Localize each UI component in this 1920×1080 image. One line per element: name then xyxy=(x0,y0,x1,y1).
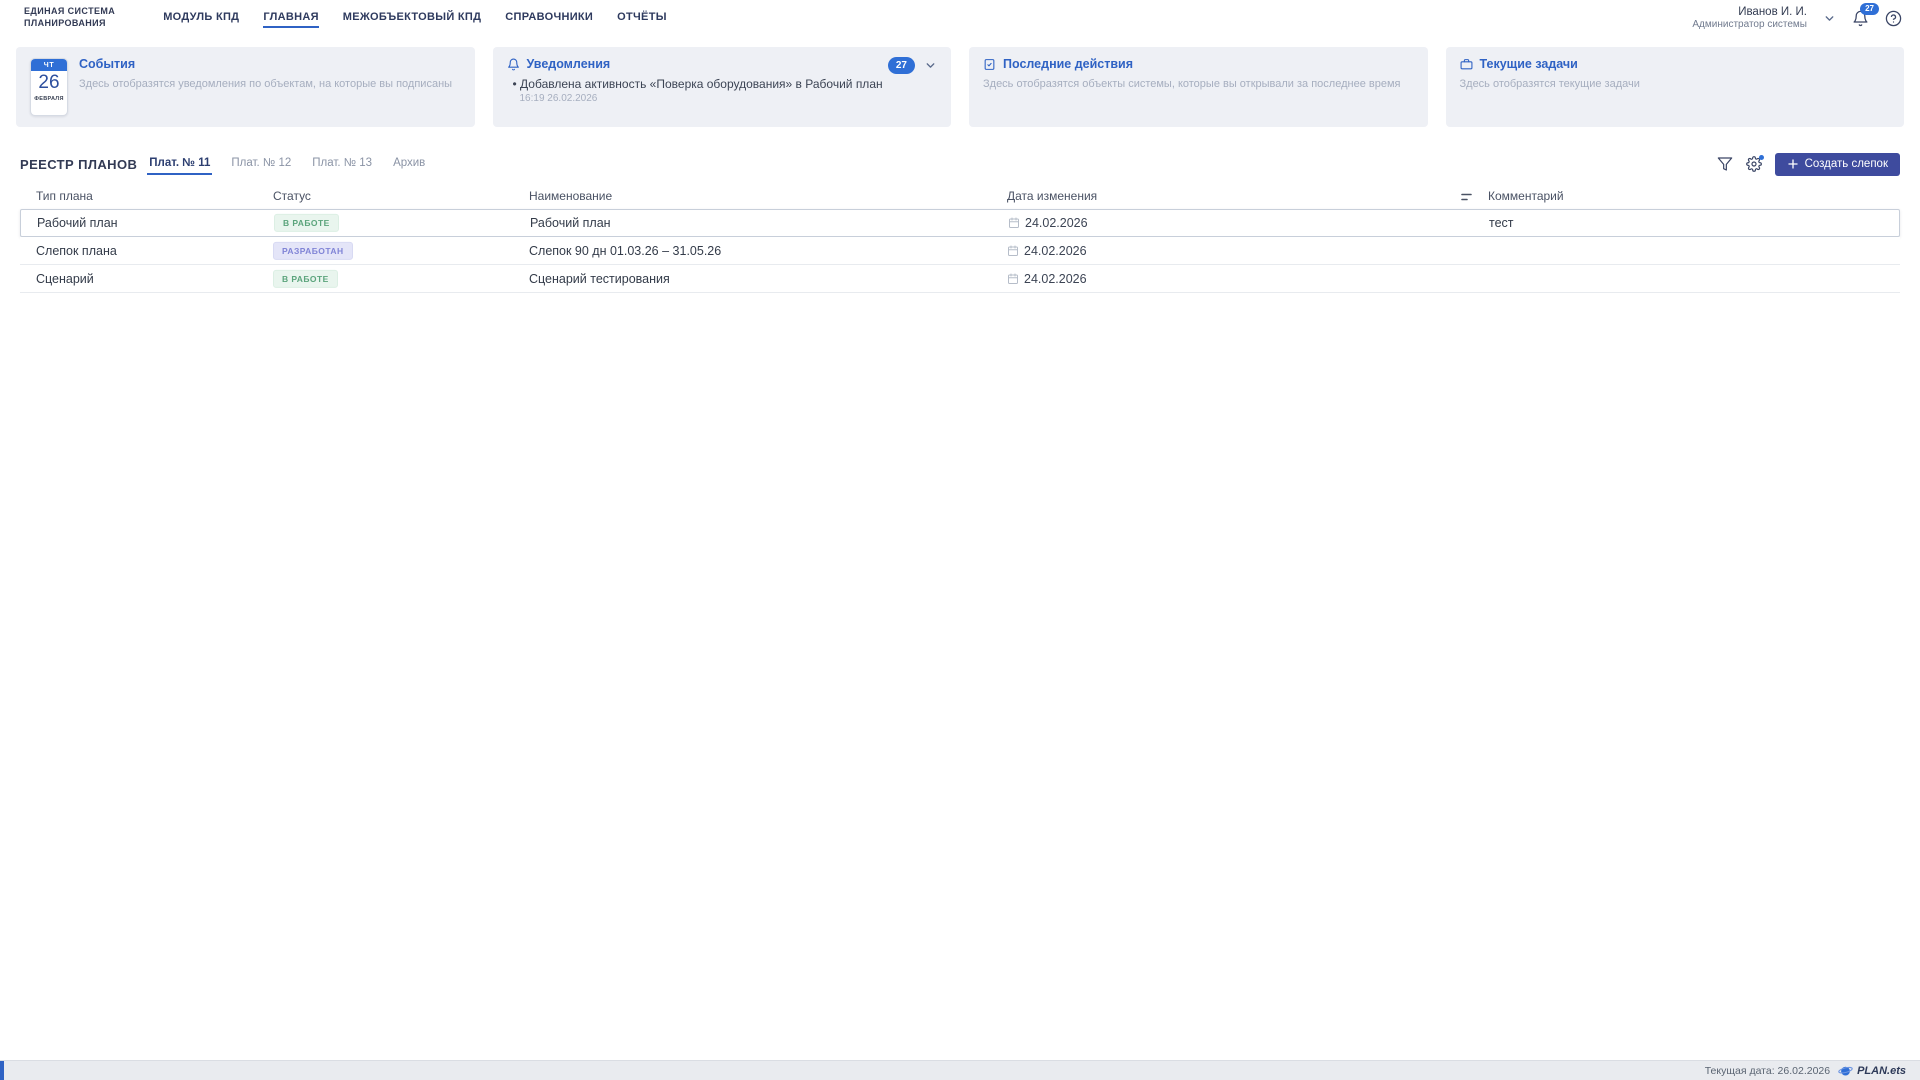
app-logo-line2: ПЛАНИРОВАНИЯ xyxy=(24,18,106,28)
nav-item-reports[interactable]: ОТЧЁТЫ xyxy=(617,8,667,28)
nav-item-module-kpd[interactable]: МОДУЛЬ КПД xyxy=(163,8,239,28)
dashboard-cards: ЧТ 26 ФЕВРАЛЯ События Здесь отобразятся … xyxy=(16,47,1904,127)
gear-notification-dot xyxy=(1758,155,1764,160)
help-icon[interactable] xyxy=(1885,10,1902,27)
registry-title: РЕЕСТР ПЛАНОВ xyxy=(20,156,138,172)
calendar-widget: ЧТ 26 ФЕВРАЛЯ xyxy=(30,58,68,116)
card-tasks-title-text: Текущие задачи xyxy=(1479,57,1578,71)
app-logo-line1: ЕДИНАЯ СИСТЕМА xyxy=(24,6,116,17)
card-tasks-title: Текущие задачи xyxy=(1460,57,1891,71)
cell-date: 24.02.2026 xyxy=(1008,216,1088,230)
user-menu[interactable]: Иванов И. И. Администратор системы xyxy=(1692,5,1807,32)
notification-actions: 27 xyxy=(887,57,937,74)
create-snapshot-button[interactable]: Создать слепок xyxy=(1774,152,1900,176)
nav-item-main[interactable]: ГЛАВНАЯ xyxy=(263,8,319,28)
notifications-count-badge: 27 xyxy=(1860,2,1879,16)
card-notifications[interactable]: Уведомления Добавлена активность «Поверк… xyxy=(492,47,951,127)
card-current-tasks[interactable]: Текущие задачи Здесь отобразятся текущие… xyxy=(1445,47,1904,127)
card-recent-subtitle: Здесь отобразятся объекты системы, котор… xyxy=(983,78,1401,90)
calendar-icon xyxy=(1007,245,1019,257)
footer-accent-bar xyxy=(0,1061,4,1080)
card-notifications-title: Уведомления xyxy=(507,57,938,71)
column-header-type[interactable]: Тип плана xyxy=(36,189,93,203)
status-badge: В РАБОТЕ xyxy=(274,213,339,233)
card-events-title: События xyxy=(79,57,452,71)
table-row[interactable]: Слепок плана РАЗРАБОТАН Слепок 90 дн 01.… xyxy=(20,237,1900,265)
cell-plan-name: Рабочий план xyxy=(530,216,611,230)
plus-icon xyxy=(1787,158,1799,170)
clipboard-check-icon xyxy=(983,58,996,71)
cell-plan-type: Рабочий план xyxy=(37,216,118,230)
cell-plan-name: Слепок 90 дн 01.03.26 – 31.05.26 xyxy=(529,243,722,258)
filter-icon[interactable] xyxy=(1717,156,1733,172)
bell-icon[interactable]: 27 xyxy=(1852,2,1879,27)
card-notifications-title-text: Уведомления xyxy=(526,57,611,71)
card-recent-title: Последние действия xyxy=(983,57,1414,71)
nav-item-directories[interactable]: СПРАВОЧНИКИ xyxy=(505,8,593,28)
plan-ets-logo-icon xyxy=(1838,1063,1853,1078)
user-role: Администратор системы xyxy=(1692,18,1807,30)
calendar-icon xyxy=(1007,273,1019,285)
app-header: ЕДИНАЯ СИСТЕМА ПЛАНИРОВАНИЯ МОДУЛЬ КПД Г… xyxy=(0,0,1920,36)
tab-plat-11[interactable]: Плат. № 11 xyxy=(147,154,213,175)
main-nav: МОДУЛЬ КПД ГЛАВНАЯ МЕЖОБЪЕКТОВЫЙ КПД СПР… xyxy=(163,8,667,28)
calendar-icon xyxy=(1008,217,1020,229)
current-date-label: Текущая дата: 26.02.2026 xyxy=(1704,1064,1831,1077)
user-name: Иванов И. И. xyxy=(1738,5,1807,18)
chevron-down-icon[interactable] xyxy=(1823,12,1836,25)
cell-date-text: 24.02.2026 xyxy=(1024,271,1087,286)
cell-plan-type: Сценарий xyxy=(36,271,94,286)
cell-date: 24.02.2026 xyxy=(1007,244,1087,258)
status-badge: РАЗРАБОТАН xyxy=(273,241,353,260)
status-badge-label: В РАБОТЕ xyxy=(274,213,339,233)
bell-small-icon xyxy=(507,58,520,71)
app-logo: ЕДИНАЯ СИСТЕМА ПЛАНИРОВАНИЯ xyxy=(24,6,115,29)
cell-plan-type: Слепок плана xyxy=(36,243,117,258)
cell-date-text: 24.02.2026 xyxy=(1024,243,1087,258)
nav-item-interobject-kpd[interactable]: МЕЖОБЪЕКТОВЫЙ КПД xyxy=(343,8,481,28)
briefcase-icon xyxy=(1460,58,1473,71)
card-events[interactable]: ЧТ 26 ФЕВРАЛЯ События Здесь отобразятся … xyxy=(16,47,475,127)
plans-table: Тип плана Статус Наименование Дата измен… xyxy=(20,185,1900,293)
calendar-weekday: ЧТ xyxy=(31,59,67,71)
registry-tabs: Плат. № 11 Плат. № 12 Плат. № 13 Архив xyxy=(147,154,427,175)
header-right: Иванов И. И. Администратор системы 27 xyxy=(1692,2,1902,32)
gear-icon[interactable] xyxy=(1745,155,1764,172)
registry-bar: РЕЕСТР ПЛАНОВ Плат. № 11 Плат. № 12 Плат… xyxy=(20,151,1900,177)
column-header-comment[interactable]: Комментарий xyxy=(1488,189,1564,203)
column-header-date[interactable]: Дата изменения xyxy=(1007,189,1097,203)
notification-item[interactable]: Добавлена активность «Поверка оборудован… xyxy=(507,77,938,91)
status-badge-label: В РАБОТЕ xyxy=(273,269,338,288)
tab-plat-13[interactable]: Плат. № 13 xyxy=(310,154,374,175)
plan-ets-logo-text: PLAN.ets xyxy=(1857,1064,1906,1077)
sort-icon[interactable] xyxy=(1461,193,1472,202)
status-badge: В РАБОТЕ xyxy=(273,269,338,288)
calendar-day: 26 xyxy=(38,72,60,93)
cell-comment: тест xyxy=(1489,216,1514,230)
column-header-name[interactable]: Наименование xyxy=(529,189,612,203)
cell-date: 24.02.2026 xyxy=(1007,272,1087,286)
table-row[interactable]: Сценарий В РАБОТЕ Сценарий тестирования … xyxy=(20,265,1900,293)
status-bar: Текущая дата: 26.02.2026 PLAN.ets xyxy=(0,1060,1920,1080)
card-recent-actions[interactable]: Последние действия Здесь отобразятся объ… xyxy=(969,47,1428,127)
table-row[interactable]: Рабочий план В РАБОТЕ Рабочий план 24.02… xyxy=(20,209,1900,237)
notifications-card-badge: 27 xyxy=(887,57,915,74)
cell-plan-name: Сценарий тестирования xyxy=(529,271,670,286)
table-header: Тип плана Статус Наименование Дата измен… xyxy=(20,185,1900,209)
notifications-expand-chevron-icon[interactable] xyxy=(924,59,937,72)
create-snapshot-label: Создать слепок xyxy=(1804,158,1888,170)
card-events-title-text: События xyxy=(79,57,136,71)
card-recent-title-text: Последние действия xyxy=(1003,57,1134,71)
tab-plat-12[interactable]: Плат. № 12 xyxy=(229,154,293,175)
column-header-status[interactable]: Статус xyxy=(273,189,311,203)
status-badge-label: РАЗРАБОТАН xyxy=(273,241,353,260)
cell-date-text: 24.02.2026 xyxy=(1025,216,1088,230)
registry-actions: Создать слепок xyxy=(1717,152,1900,176)
card-tasks-subtitle: Здесь отобразятся текущие задачи xyxy=(1459,78,1640,90)
calendar-month: ФЕВРАЛЯ xyxy=(34,95,64,102)
plan-ets-logo[interactable]: PLAN.ets xyxy=(1838,1063,1906,1078)
card-events-subtitle: Здесь отобразятся уведомления по объекта… xyxy=(79,78,453,90)
tab-archive[interactable]: Архив xyxy=(391,154,427,175)
notification-time: 16:19 26.02.2026 xyxy=(519,93,598,104)
